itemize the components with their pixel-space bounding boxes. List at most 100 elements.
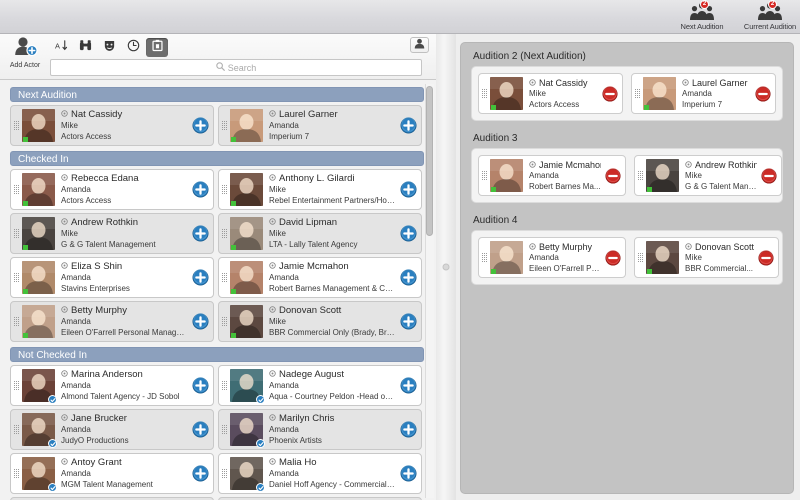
target-icon[interactable]: [529, 78, 536, 88]
target-icon[interactable]: [685, 242, 692, 252]
actor-list-row[interactable]: Donovan Scott Mike BBR Commercial Only (Br…: [218, 301, 422, 342]
audition-group-dropzone[interactable]: Betty Murphy Amanda Eileen O'Farrell Pe...…: [471, 230, 783, 285]
actor-list-row[interactable]: Laurel Garner Amanda Imperium 7: [218, 105, 422, 146]
actor-list-row[interactable]: Betty Murphy Amanda Eileen O'Farrell Perso…: [10, 301, 214, 342]
drag-handle[interactable]: [219, 213, 230, 254]
drag-handle[interactable]: [479, 237, 490, 278]
user-profile-button[interactable]: [410, 37, 429, 53]
audition-group-dropzone[interactable]: Jamie Mcmahon Amanda Robert Barnes Ma... A…: [471, 148, 783, 203]
actor-list-row[interactable]: Eliza S Shin Amanda Stavins Enterprises: [10, 257, 214, 298]
target-icon[interactable]: [269, 173, 276, 184]
audition-row[interactable]: Nat Cassidy Mike Actors Access: [478, 73, 623, 114]
window-tool-next-audition[interactable]: 2 Next Audition: [674, 0, 730, 31]
target-icon[interactable]: [61, 261, 68, 272]
target-icon[interactable]: [61, 109, 68, 120]
audition-row[interactable]: Andrew Rothkin Mike G & G Talent Mana...: [634, 155, 782, 196]
list-scrollbar[interactable]: [425, 84, 434, 498]
add-to-audition-button[interactable]: [395, 117, 421, 134]
target-icon[interactable]: [682, 78, 689, 88]
actor-list-row[interactable]: Anthony L. Gilardi Mike Rebel Entertainmen…: [218, 169, 422, 210]
add-to-audition-button[interactable]: [187, 181, 213, 198]
remove-from-audition-button[interactable]: [601, 167, 625, 184]
target-icon[interactable]: [529, 242, 536, 252]
drag-handle[interactable]: [11, 409, 22, 450]
actor-list-row[interactable]: David Lipman Mike LTA - Lally Talent Agenc…: [218, 213, 422, 254]
drag-handle[interactable]: [11, 169, 22, 210]
drag-handle[interactable]: [11, 105, 22, 146]
add-to-audition-button[interactable]: [395, 269, 421, 286]
actor-list-row[interactable]: Nadege August Amanda Aqua - Courtney Peldo…: [218, 365, 422, 406]
splitter-knob[interactable]: [442, 263, 450, 271]
add-to-audition-button[interactable]: [395, 377, 421, 394]
audition-row[interactable]: Laurel Garner Amanda Imperium 7: [631, 73, 776, 114]
target-icon[interactable]: [269, 109, 276, 120]
view-mode-clock-button[interactable]: [122, 38, 144, 57]
add-to-audition-button[interactable]: [395, 313, 421, 330]
actor-list-row[interactable]: Antoy Grant Amanda MGM Talent Management: [10, 453, 214, 494]
drag-handle[interactable]: [11, 213, 22, 254]
target-icon[interactable]: [529, 160, 536, 170]
audition-group-dropzone[interactable]: Nat Cassidy Mike Actors Access Laurel Garn…: [471, 66, 783, 121]
target-icon[interactable]: [269, 457, 276, 468]
target-icon[interactable]: [61, 369, 68, 380]
section-header-0[interactable]: Next Audition: [10, 87, 424, 102]
target-icon[interactable]: [269, 305, 276, 316]
remove-from-audition-button[interactable]: [757, 167, 781, 184]
search-input[interactable]: Search: [50, 59, 422, 76]
target-icon[interactable]: [685, 160, 692, 170]
add-to-audition-button[interactable]: [395, 421, 421, 438]
drag-handle[interactable]: [219, 301, 230, 342]
add-to-audition-button[interactable]: [395, 225, 421, 242]
drag-handle[interactable]: [479, 73, 490, 114]
target-icon[interactable]: [61, 413, 68, 424]
actor-list-row[interactable]: Nat Cassidy Mike Actors Access: [10, 105, 214, 146]
drag-handle[interactable]: [632, 73, 643, 114]
actor-list-row[interactable]: Marilyn Chris Amanda Phoenix Artists: [218, 409, 422, 450]
actor-list-row[interactable]: Malia Ho Amanda Daniel Hoff Agency - Comme…: [218, 453, 422, 494]
view-mode-mask-button[interactable]: [98, 38, 120, 57]
search-field-wrapper[interactable]: Search: [50, 59, 422, 76]
actor-list-row[interactable]: Jane Brucker Amanda JudyO Productions: [10, 409, 214, 450]
view-mode-sort-button[interactable]: A: [50, 38, 72, 57]
target-icon[interactable]: [61, 305, 68, 316]
actor-list-row[interactable]: Andrew Rothkin Mike G & G Talent Managemen…: [10, 213, 214, 254]
add-to-audition-button[interactable]: [187, 313, 213, 330]
audition-stage[interactable]: Audition 2 (Next Audition) Nat Cassidy Mi…: [460, 42, 794, 494]
remove-from-audition-button[interactable]: [598, 85, 622, 102]
drag-handle[interactable]: [11, 453, 22, 494]
audition-row[interactable]: Betty Murphy Amanda Eileen O'Farrell Pe...: [478, 237, 626, 278]
remove-from-audition-button[interactable]: [751, 85, 775, 102]
add-to-audition-button[interactable]: [187, 117, 213, 134]
actor-list-row[interactable]: Marina Anderson Amanda Almond Talent Agenc…: [10, 365, 214, 406]
drag-handle[interactable]: [219, 453, 230, 494]
drag-handle[interactable]: [219, 105, 230, 146]
panel-splitter[interactable]: [436, 34, 456, 500]
view-mode-binoculars-button[interactable]: [74, 38, 96, 57]
target-icon[interactable]: [269, 413, 276, 424]
scrollbar-thumb[interactable]: [426, 86, 433, 236]
add-to-audition-button[interactable]: [187, 465, 213, 482]
add-to-audition-button[interactable]: [187, 225, 213, 242]
target-icon[interactable]: [269, 261, 276, 272]
add-to-audition-button[interactable]: [395, 465, 421, 482]
section-header-1[interactable]: Checked In: [10, 151, 424, 166]
drag-handle[interactable]: [219, 257, 230, 298]
target-icon[interactable]: [61, 457, 68, 468]
window-tool-current-audition[interactable]: 2 Current Audition: [742, 0, 798, 31]
target-icon[interactable]: [61, 173, 68, 184]
actor-list-row[interactable]: Jamie Mcmahon Amanda Robert Barnes Managem…: [218, 257, 422, 298]
add-to-audition-button[interactable]: [187, 377, 213, 394]
audition-row[interactable]: Donovan Scott Mike BBR Commercial...: [634, 237, 780, 278]
drag-handle[interactable]: [219, 169, 230, 210]
remove-from-audition-button[interactable]: [754, 249, 778, 266]
add-to-audition-button[interactable]: [395, 181, 421, 198]
drag-handle[interactable]: [219, 365, 230, 406]
drag-handle[interactable]: [635, 155, 646, 196]
view-mode-audition-button[interactable]: [146, 38, 168, 57]
target-icon[interactable]: [269, 217, 276, 228]
section-header-2[interactable]: Not Checked In: [10, 347, 424, 362]
view-mode-segmented-control[interactable]: A: [50, 38, 168, 57]
drag-handle[interactable]: [11, 365, 22, 406]
add-to-audition-button[interactable]: [187, 269, 213, 286]
actor-list-scroll-area[interactable]: Next Audition Nat Cassidy Mike Actors Acce…: [0, 81, 436, 500]
